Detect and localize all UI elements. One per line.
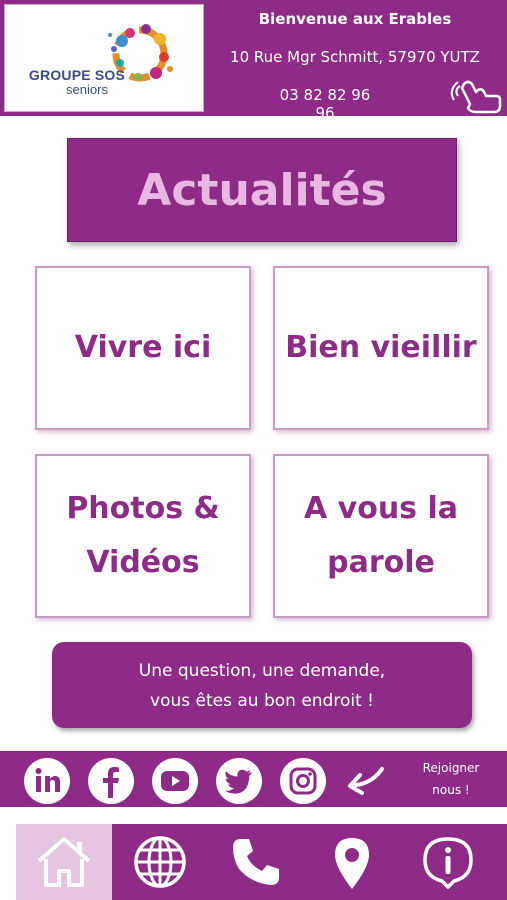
tile-a-vous-la-parole[interactable]: A vous la parole bbox=[273, 454, 489, 618]
social-bar: Rejoigner nous ! bbox=[0, 751, 507, 807]
tile-vivre-ici[interactable]: Vivre ici bbox=[35, 266, 251, 430]
globe-icon bbox=[134, 836, 186, 888]
phone-number[interactable]: 03 82 82 96 96 bbox=[210, 86, 380, 122]
location-pin-icon bbox=[335, 838, 369, 889]
nav-call[interactable] bbox=[208, 824, 304, 900]
tap-hand-icon[interactable] bbox=[450, 78, 502, 114]
logo-text: GROUPE SOS seniors bbox=[17, 67, 137, 97]
nav-info[interactable] bbox=[400, 824, 496, 900]
info-icon bbox=[423, 837, 473, 889]
tile-label-line2: Vidéos bbox=[86, 545, 200, 580]
youtube-icon[interactable] bbox=[152, 758, 198, 804]
join-line1: Rejoigner bbox=[422, 761, 480, 775]
instagram-icon[interactable] bbox=[280, 758, 326, 804]
bottom-nav bbox=[16, 824, 507, 900]
tile-label-line1: Vivre ici bbox=[74, 330, 212, 365]
tile-label: Photos & Vidéos bbox=[66, 482, 219, 590]
join-us-text: Rejoigner nous ! bbox=[412, 757, 490, 801]
linkedin-icon[interactable] bbox=[24, 758, 70, 804]
news-title: Actualités bbox=[137, 164, 387, 216]
welcome-text: Bienvenue aux Erables bbox=[258, 10, 452, 28]
arrow-icon bbox=[348, 767, 384, 795]
tile-label: Bien vieillir bbox=[285, 321, 476, 375]
address-text: 10 Rue Mgr Schmitt, 57970 YUTZ bbox=[230, 48, 480, 66]
tile-label: A vous la parole bbox=[304, 482, 458, 590]
nav-home[interactable] bbox=[16, 824, 112, 900]
nav-location[interactable] bbox=[304, 824, 400, 900]
phone-icon bbox=[233, 839, 279, 885]
logo-sub-text: seniors bbox=[66, 82, 108, 97]
join-line2: nous ! bbox=[432, 783, 470, 797]
facebook-icon[interactable] bbox=[88, 758, 134, 804]
nav-website[interactable] bbox=[112, 824, 208, 900]
tile-label-line1: Photos & bbox=[66, 491, 220, 526]
tile-label: Vivre ici bbox=[75, 321, 211, 375]
home-icon bbox=[37, 837, 91, 887]
tile-photos-videos[interactable]: Photos & Vidéos bbox=[35, 454, 251, 618]
groupe-sos-logo[interactable]: GROUPE SOS seniors bbox=[4, 4, 204, 112]
logo-main-text: GROUPE SOS bbox=[28, 67, 126, 83]
twitter-icon[interactable] bbox=[216, 758, 262, 804]
question-line2: vous êtes au bon endroit ! bbox=[150, 691, 374, 711]
tile-label-line1: Bien vieillir bbox=[285, 330, 477, 365]
tile-bien-vieillir[interactable]: Bien vieillir bbox=[273, 266, 489, 430]
tile-label-line2: parole bbox=[327, 545, 435, 580]
question-line1: Une question, une demande, bbox=[138, 661, 386, 681]
news-button[interactable]: Actualités bbox=[67, 138, 457, 242]
tile-label-line1: A vous la bbox=[303, 491, 458, 526]
header: GROUPE SOS seniors Bienvenue aux Erables… bbox=[0, 0, 507, 122]
question-button[interactable]: Une question, une demande, vous êtes au … bbox=[52, 642, 472, 728]
